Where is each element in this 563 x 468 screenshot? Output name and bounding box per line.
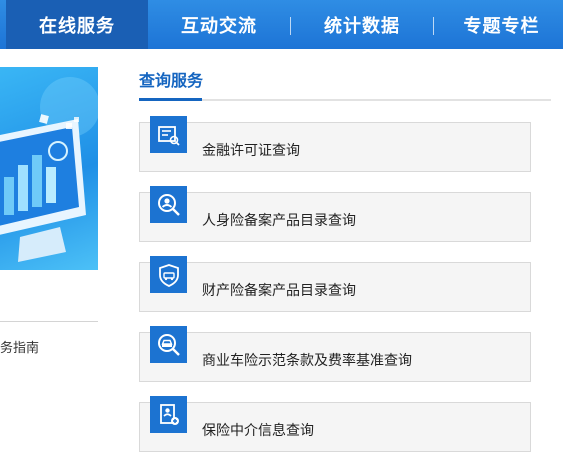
- query-card-label: 财产险备案产品目录查询: [202, 282, 356, 298]
- section-title: 查询服务: [139, 73, 204, 90]
- nav-tab-interaction[interactable]: 互动交流: [148, 0, 290, 49]
- query-card-insurance-intermediary[interactable]: 保险中介信息查询: [139, 396, 531, 452]
- query-card-financial-license[interactable]: 金融许可证查询: [139, 116, 531, 172]
- query-card-life-insurance[interactable]: 人身险备案产品目录查询: [139, 186, 531, 242]
- service-banner-image[interactable]: [0, 67, 98, 270]
- query-card-commercial-auto[interactable]: 商业车险示范条款及费率基准查询: [139, 326, 531, 382]
- left-divider: [0, 321, 98, 322]
- nav-tab-online-services[interactable]: 在线服务: [6, 0, 148, 49]
- query-card-label: 人身险备案产品目录查询: [202, 212, 356, 228]
- person-search-icon: [150, 186, 187, 223]
- car-search-icon: [150, 326, 187, 363]
- query-card-label: 金融许可证查询: [202, 142, 300, 158]
- query-card-property-insurance[interactable]: 财产险备案产品目录查询: [139, 256, 531, 312]
- top-nav-bar: 在线服务 互动交流 统计数据 专题专栏: [0, 0, 563, 49]
- person-document-icon: [150, 396, 187, 433]
- license-document-icon: [150, 116, 187, 153]
- service-guide-link[interactable]: 务指南: [0, 337, 39, 356]
- nav-tab-special-topics[interactable]: 专题专栏: [434, 0, 563, 49]
- query-card-label: 保险中介信息查询: [202, 422, 314, 438]
- shield-car-icon: [150, 256, 187, 293]
- section-underline-active: [139, 98, 202, 101]
- query-card-label: 商业车险示范条款及费率基准查询: [202, 352, 412, 368]
- banner-illustration: [0, 77, 98, 262]
- nav-tab-statistics[interactable]: 统计数据: [291, 0, 433, 49]
